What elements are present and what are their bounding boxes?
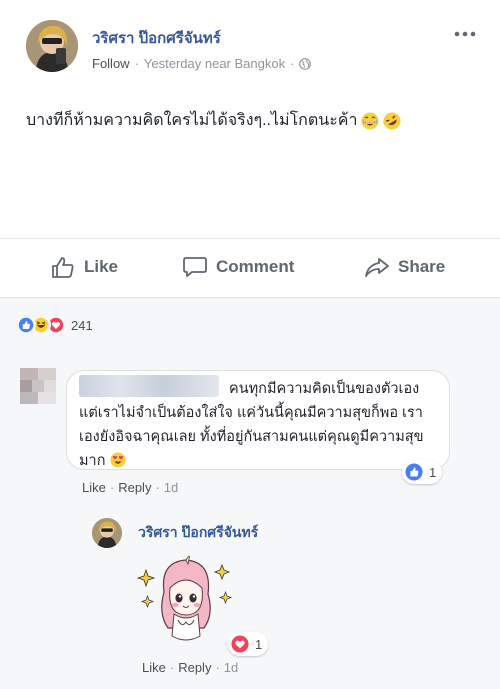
heart-eyes-emoji xyxy=(110,452,126,468)
reply-actions: Like · Reply · 1d xyxy=(142,660,238,675)
comment-1-actions: Like · Reply · 1d xyxy=(82,480,178,495)
reply-love-count: 1 xyxy=(255,636,263,652)
reply-dot-2: · xyxy=(215,660,220,675)
comment-button-label: Comment xyxy=(216,257,295,276)
share-arrow-icon xyxy=(365,258,389,277)
post-author-name[interactable]: วริศรา ป๊อกศรีจันทร์ xyxy=(92,26,221,50)
post-action-bar: Like Comment Share xyxy=(0,238,500,296)
like-button[interactable]: Like xyxy=(50,255,118,279)
reply-love-badge[interactable]: 1 xyxy=(228,632,269,656)
comment-bubble-icon xyxy=(183,257,207,277)
reply-time[interactable]: 1d xyxy=(224,660,238,675)
follow-link[interactable]: Follow xyxy=(92,56,130,71)
comments-section: 241 คนทุกมีความคิดเป็นของตัวเอง แต่เราไม… xyxy=(0,297,500,689)
comment-1-text: คนทุกมีความคิดเป็นของตัวเอง แต่เราไม่จำเ… xyxy=(79,381,424,469)
like-icon xyxy=(405,463,423,481)
more-options-icon[interactable] xyxy=(452,24,478,44)
grinning-sweat-emoji xyxy=(361,112,379,129)
comment-button[interactable]: Comment xyxy=(182,255,294,279)
reply-dot-1: · xyxy=(169,660,175,675)
comment-1-dot-1: · xyxy=(109,480,115,495)
comment-1-like-badge[interactable]: 1 xyxy=(402,460,443,484)
comment-1-like-link[interactable]: Like xyxy=(82,480,106,495)
post-text: บางทีก็ห้ามความคิดใครไม่ได้จริงๆ..ไม่โกต… xyxy=(26,108,401,133)
reply-author-avatar[interactable] xyxy=(92,518,122,548)
globe-icon[interactable] xyxy=(299,57,312,70)
reaction-summary[interactable]: 241 xyxy=(16,315,93,335)
unicorn-girl-sticker[interactable] xyxy=(134,556,236,648)
post-text-content: บางทีก็ห้ามความคิดใครไม่ได้จริงๆ..ไม่โกต… xyxy=(26,112,358,129)
post-timestamp[interactable]: Yesterday near Bangkok xyxy=(144,56,285,71)
commenter-avatar-blurred[interactable] xyxy=(20,368,56,404)
post-header: วริศรา ป๊อกศรีจันทร์ Follow · Yesterday … xyxy=(0,0,500,90)
comment-1-reply-link[interactable]: Reply xyxy=(118,480,151,495)
post-meta: Follow · Yesterday near Bangkok · xyxy=(92,56,312,71)
comment-bubble-1: คนทุกมีความคิดเป็นของตัวเอง แต่เราไม่จำเ… xyxy=(66,370,450,470)
reply-reply-link[interactable]: Reply xyxy=(178,660,211,675)
love-icon xyxy=(231,635,249,653)
comment-1-like-count: 1 xyxy=(429,464,437,480)
comment-1-time[interactable]: 1d xyxy=(164,480,178,495)
reply-author-name[interactable]: วริศรา ป๊อกศรีจันทร์ xyxy=(138,522,258,544)
comment-1-text-wrap: คนทุกมีความคิดเป็นของตัวเอง แต่เราไม่จำเ… xyxy=(79,377,439,473)
comment-1-dot-2: · xyxy=(155,480,160,495)
reaction-count: 241 xyxy=(71,317,93,333)
like-icon xyxy=(16,315,36,335)
meta-separator-2: · xyxy=(290,56,295,71)
share-button[interactable]: Share xyxy=(364,255,445,279)
author-avatar[interactable] xyxy=(26,20,78,72)
share-button-label: Share xyxy=(398,257,446,276)
thumbs-up-icon xyxy=(52,257,74,278)
reply-like-link[interactable]: Like xyxy=(142,660,166,675)
meta-separator: · xyxy=(134,56,139,71)
like-button-label: Like xyxy=(84,257,119,276)
rofl-emoji xyxy=(383,112,401,129)
